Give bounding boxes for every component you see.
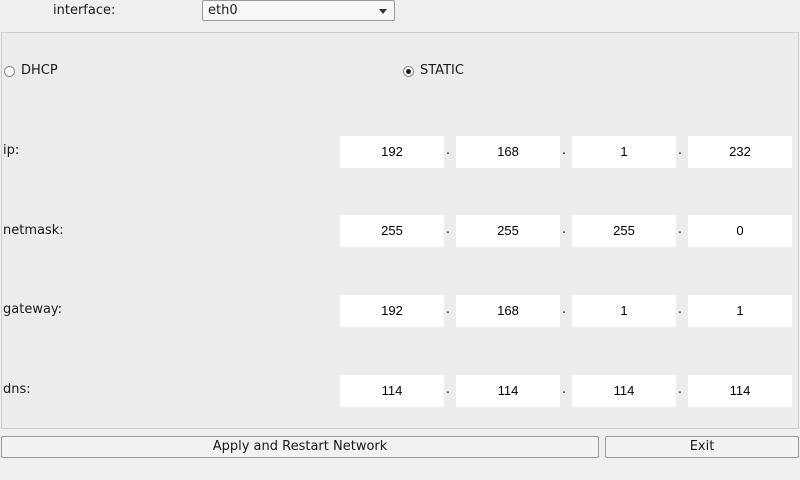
dns-octet-3[interactable]: [572, 375, 676, 407]
ip-octet-2[interactable]: [456, 136, 560, 168]
static-radio-label: STATIC: [420, 63, 464, 78]
gateway-octet-3[interactable]: [572, 295, 676, 327]
netmask-octet-1[interactable]: [340, 215, 444, 247]
netmask-octet-3[interactable]: [572, 215, 676, 247]
gateway-label: gateway:: [3, 302, 63, 317]
chevron-down-icon: [379, 9, 387, 14]
dns-label: dns:: [3, 382, 31, 397]
ip-separator: .: [445, 143, 451, 158]
ip-separator: .: [561, 143, 567, 158]
ip-label: ip:: [3, 143, 20, 158]
interface-select-value: eth0: [208, 3, 238, 18]
dns-octet-1[interactable]: [340, 375, 444, 407]
netmask-separator: .: [445, 222, 451, 237]
gateway-separator: .: [677, 302, 683, 317]
ip-octet-1[interactable]: [340, 136, 444, 168]
dns-octet-4[interactable]: [688, 375, 792, 407]
interface-label: interface:: [53, 3, 116, 18]
netmask-separator: .: [677, 222, 683, 237]
gateway-octet-2[interactable]: [456, 295, 560, 327]
ip-separator: .: [677, 143, 683, 158]
exit-button[interactable]: Exit: [605, 436, 799, 458]
ip-octet-3[interactable]: [572, 136, 676, 168]
gateway-octet-1[interactable]: [340, 295, 444, 327]
dns-separator: .: [561, 382, 567, 397]
static-radio-indicator[interactable]: [403, 65, 414, 77]
dhcp-radio[interactable]: DHCP: [4, 63, 58, 79]
dns-separator: .: [445, 382, 451, 397]
netmask-octet-4[interactable]: [688, 215, 792, 247]
netmask-label: netmask:: [3, 223, 64, 238]
ip-octet-4[interactable]: [688, 136, 792, 168]
netmask-octet-2[interactable]: [456, 215, 560, 247]
gateway-octet-4[interactable]: [688, 295, 792, 327]
gateway-separator: .: [561, 302, 567, 317]
apply-restart-button[interactable]: Apply and Restart Network: [1, 436, 599, 458]
dhcp-radio-indicator[interactable]: [4, 65, 15, 77]
dns-octet-2[interactable]: [456, 375, 560, 407]
dhcp-radio-label: DHCP: [21, 63, 58, 78]
gateway-separator: .: [445, 302, 451, 317]
static-radio[interactable]: STATIC: [403, 63, 464, 79]
dns-separator: .: [677, 382, 683, 397]
interface-select[interactable]: eth0: [202, 0, 395, 21]
netmask-separator: .: [561, 222, 567, 237]
